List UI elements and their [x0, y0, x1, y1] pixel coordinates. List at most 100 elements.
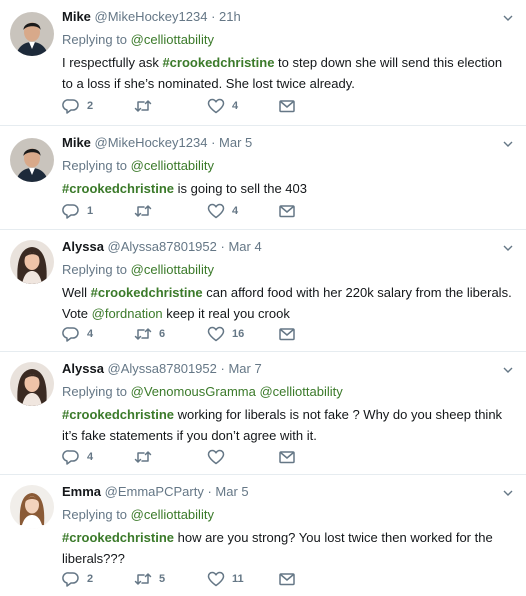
- avatar[interactable]: [10, 12, 54, 56]
- display-name[interactable]: Mike: [62, 9, 91, 24]
- avatar[interactable]: [10, 362, 54, 406]
- retweet-icon: [134, 100, 152, 112]
- display-name[interactable]: Alyssa: [62, 361, 104, 376]
- envelope-icon: [279, 205, 295, 218]
- tweet-feed: Mike @MikeHockey1234 · 21h Replying to @…: [0, 0, 526, 596]
- avatar[interactable]: [10, 138, 54, 182]
- direct-message-button[interactable]: [278, 448, 296, 466]
- tweet-text-segment: is going to sell the 403: [174, 181, 307, 196]
- display-name[interactable]: Alyssa: [62, 239, 104, 254]
- tweet[interactable]: Emma @EmmaPCParty · Mar 5 Replying to @c…: [0, 475, 526, 596]
- like-count: 4: [232, 205, 239, 217]
- replying-to-label: Replying to: [62, 158, 131, 173]
- mention-link[interactable]: @fordnation: [92, 306, 163, 321]
- tweet[interactable]: Alyssa @Alyssa87801952 · Mar 4 Replying …: [0, 230, 526, 352]
- reply-count: 4: [87, 328, 94, 340]
- reply-count: 2: [87, 100, 94, 112]
- tweet-header: Emma @EmmaPCParty · Mar 5: [62, 483, 512, 501]
- retweet-count: 6: [159, 328, 166, 340]
- like-button[interactable]: [207, 448, 232, 466]
- retweet-icon: [134, 328, 152, 340]
- timestamp[interactable]: Mar 7: [228, 361, 261, 376]
- reply-count: 4: [87, 451, 94, 463]
- reply-count: 1: [87, 205, 94, 217]
- separator-dot: ·: [211, 9, 216, 24]
- tweet-text-segment: keep it real you crook: [162, 306, 290, 321]
- like-button[interactable]: 4: [207, 97, 238, 115]
- retweet-button[interactable]: 6: [134, 325, 165, 343]
- reply-button[interactable]: 2: [62, 570, 93, 588]
- tweet-text-segment: I respectfully ask: [62, 55, 163, 70]
- separator-dot: ·: [207, 484, 212, 499]
- hashtag-link[interactable]: #crookedchristine: [62, 530, 174, 545]
- heart-icon: [207, 98, 225, 114]
- separator-dot: ·: [220, 361, 225, 376]
- reply-button[interactable]: 4: [62, 448, 93, 466]
- replying-to-label: Replying to: [62, 384, 131, 399]
- like-button[interactable]: 4: [207, 202, 238, 220]
- user-handle[interactable]: @Alyssa87801952: [108, 239, 217, 254]
- timestamp[interactable]: Mar 4: [228, 239, 261, 254]
- reply-icon: [62, 99, 79, 114]
- like-button[interactable]: 11: [207, 570, 244, 588]
- replying-to: Replying to @celliottability: [62, 31, 512, 49]
- like-count: 11: [232, 573, 244, 585]
- reply-button[interactable]: 2: [62, 97, 93, 115]
- user-handle[interactable]: @MikeHockey1234: [95, 135, 208, 150]
- retweet-button[interactable]: 5: [134, 570, 165, 588]
- retweet-button[interactable]: [134, 202, 159, 220]
- retweet-button[interactable]: [134, 448, 159, 466]
- user-handle[interactable]: @EmmaPCParty: [105, 484, 204, 499]
- tweet-text: I respectfully ask #crookedchristine to …: [62, 52, 512, 94]
- retweet-icon: [134, 573, 152, 585]
- tweet[interactable]: Mike @MikeHockey1234 · 21h Replying to @…: [0, 0, 526, 126]
- retweet-count: 5: [159, 573, 166, 585]
- replying-to-label: Replying to: [62, 507, 131, 522]
- direct-message-button[interactable]: [278, 325, 296, 343]
- tweet[interactable]: Alyssa @Alyssa87801952 · Mar 7 Replying …: [0, 352, 526, 475]
- tweet-text: #crookedchristine how are you strong? Yo…: [62, 527, 512, 569]
- timestamp[interactable]: 21h: [219, 9, 241, 24]
- reply-button[interactable]: 4: [62, 325, 93, 343]
- heart-icon: [207, 326, 225, 342]
- tweet-text: #crookedchristine working for liberals i…: [62, 404, 512, 446]
- reply-count: 2: [87, 573, 94, 585]
- reply-mention-link[interactable]: @celliottability: [131, 507, 214, 522]
- timestamp[interactable]: Mar 5: [219, 135, 252, 150]
- tweet-header: Alyssa @Alyssa87801952 · Mar 7: [62, 360, 512, 378]
- like-button[interactable]: 16: [207, 325, 244, 343]
- direct-message-button[interactable]: [278, 97, 296, 115]
- direct-message-button[interactable]: [278, 202, 296, 220]
- reply-mention-link[interactable]: @celliottability: [131, 158, 214, 173]
- hashtag-link[interactable]: #crookedchristine: [62, 181, 174, 196]
- envelope-icon: [279, 100, 295, 113]
- hashtag-link[interactable]: #crookedchristine: [62, 407, 174, 422]
- envelope-icon: [279, 451, 295, 464]
- retweet-icon: [134, 205, 152, 217]
- reply-mention-link[interactable]: @celliottability: [131, 32, 214, 47]
- tweet[interactable]: Mike @MikeHockey1234 · Mar 5 Replying to…: [0, 126, 526, 230]
- direct-message-button[interactable]: [278, 570, 296, 588]
- reply-mention-link[interactable]: @celliottability: [131, 262, 214, 277]
- display-name[interactable]: Emma: [62, 484, 101, 499]
- avatar[interactable]: [10, 485, 54, 529]
- replying-to: Replying to @celliottability: [62, 157, 512, 175]
- display-name[interactable]: Mike: [62, 135, 91, 150]
- reply-icon: [62, 204, 79, 219]
- heart-icon: [207, 571, 225, 587]
- hashtag-link[interactable]: #crookedchristine: [91, 285, 203, 300]
- reply-icon: [62, 572, 79, 587]
- hashtag-link[interactable]: #crookedchristine: [162, 55, 274, 70]
- timestamp[interactable]: Mar 5: [215, 484, 248, 499]
- reply-mention-link[interactable]: @VenomousGramma @celliottability: [131, 384, 343, 399]
- user-handle[interactable]: @Alyssa87801952: [108, 361, 217, 376]
- avatar[interactable]: [10, 240, 54, 284]
- user-handle[interactable]: @MikeHockey1234: [95, 9, 208, 24]
- reply-button[interactable]: 1: [62, 202, 93, 220]
- envelope-icon: [279, 328, 295, 341]
- separator-dot: ·: [211, 135, 216, 150]
- tweet-header: Alyssa @Alyssa87801952 · Mar 4: [62, 238, 512, 256]
- separator-dot: ·: [220, 239, 225, 254]
- retweet-button[interactable]: [134, 97, 159, 115]
- replying-to-label: Replying to: [62, 32, 131, 47]
